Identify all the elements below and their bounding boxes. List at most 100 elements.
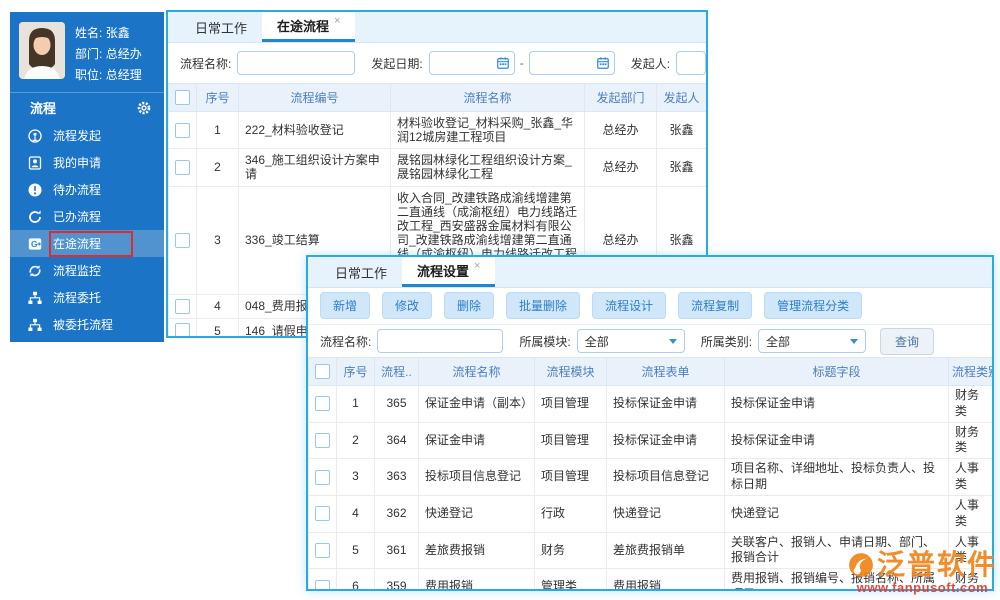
column-header-code: 流程编号 (238, 83, 391, 112)
sidebar-item-label: 流程委托 (53, 291, 102, 305)
column-header-name: 流程名称 (390, 83, 585, 112)
row-checkbox[interactable] (315, 432, 330, 448)
cell-person: 张鑫 (656, 110, 706, 150)
tab-flow-settings[interactable]: 流程设置 × (402, 257, 496, 287)
flow-copy-button[interactable]: 流程复制 (678, 292, 753, 319)
query-button[interactable]: 查询 (880, 327, 935, 355)
row-checkbox[interactable] (315, 396, 330, 412)
column-header-code: 流程.. (374, 357, 419, 386)
cell-name: 保证金申请（副本） (418, 385, 535, 423)
flow-name-input[interactable] (237, 51, 356, 75)
flow-settings-window: 日常工作 流程设置 × 新增 修改 删除 批量删除 流程设计 流程复制 管理流程… (306, 255, 994, 591)
initiator-input[interactable] (676, 51, 706, 75)
cell-person: 张鑫 (656, 148, 706, 187)
cell-form: 费用报销 (606, 568, 725, 589)
sidebar-item-6[interactable]: 流程委托 (10, 284, 164, 311)
cell-module: 项目管理 (534, 458, 607, 496)
user-name: 张鑫 (105, 26, 130, 40)
tab-daily-work-2[interactable]: 日常工作 (320, 257, 402, 287)
cell-module: 财务 (534, 531, 607, 570)
sidebar-item-3[interactable]: 已办流程 (10, 203, 164, 230)
broadcast-icon (27, 128, 43, 144)
row-checkbox[interactable] (315, 542, 330, 558)
sidebar-item-label: 在途流程 (53, 237, 102, 251)
initiator-label: 发起人: (630, 56, 671, 71)
user-title: 总经理 (105, 68, 142, 82)
gear-icon[interactable] (136, 100, 152, 116)
table-row: 2 364 保证金申请 项目管理 投标保证金申请 投标保证金申请 财务类 (308, 421, 992, 460)
table-row: 1 365 保证金申请（副本） 项目管理 投标保证金申请 投标保证金申请 财务类 (308, 385, 992, 423)
user-name-label: 姓名: (75, 26, 103, 40)
cell-no: 1 (196, 110, 239, 150)
select-all-checkbox[interactable] (315, 364, 330, 380)
batch-delete-button[interactable]: 批量删除 (506, 292, 581, 319)
sidebar-item-label: 流程监控 (53, 264, 102, 278)
user-title-label: 职位: (75, 68, 103, 82)
calendar-icon[interactable] (496, 56, 510, 70)
tab-in-transit-flow[interactable]: 在途流程 × (262, 12, 356, 42)
cell-code: 365 (374, 385, 419, 423)
cell-no: 1 (336, 385, 375, 423)
sidebar-item-4[interactable]: G 在途流程 (10, 230, 164, 257)
row-checkbox[interactable] (175, 160, 190, 176)
row-checkbox[interactable] (315, 506, 330, 522)
cell-no: 4 (196, 293, 239, 320)
row-checkbox[interactable] (175, 323, 190, 336)
table-row: 2 346_施工组织设计方案申请 晟铭园林绿化工程组织设计方案_晟铭园林绿化工程 总经… (168, 148, 706, 187)
module-select[interactable]: 全部 (576, 329, 685, 353)
chevron-down-icon (668, 338, 677, 344)
sidebar-menu: 流程发起 我的申请 待办流程 已办流程 G 在途流程流程监控流程委托被委托流程 (10, 122, 164, 338)
flow-design-button[interactable]: 流程设计 (592, 292, 667, 319)
table-row: 4 362 快递登记 行政 快递登记 快递登记 人事类 (308, 494, 992, 533)
sidebar-item-1[interactable]: 我的申请 (10, 149, 164, 176)
start-date-label: 发起日期: (371, 56, 423, 71)
manage-flow-category-button[interactable]: 管理流程分类 (764, 292, 863, 319)
date-range-separator: - (519, 56, 524, 70)
sidebar-item-2[interactable]: 待办流程 (10, 176, 164, 203)
row-checkbox[interactable] (175, 299, 190, 315)
close-icon[interactable]: × (334, 15, 340, 27)
flow-name-label: 流程名称: (180, 56, 232, 71)
table-row: 1 222_材料验收登记 材料验收登记_材料采购_张鑫_华润12城房建工程项目 总经办… (168, 110, 706, 150)
column-header-no: 序号 (196, 83, 239, 112)
column-header-no: 序号 (336, 357, 375, 386)
sidebar-item-7[interactable]: 被委托流程 (10, 311, 164, 338)
svg-text:G: G (31, 239, 38, 249)
sidebar-section-title: 流程 (30, 101, 57, 116)
row-checkbox[interactable] (315, 469, 330, 485)
close-icon[interactable]: × (474, 260, 480, 272)
cell-dept: 总经办 (584, 110, 657, 150)
sidebar: 姓名: 张鑫 部门: 总经办 职位: 总经理 流程 流程发起 我的申请 待办流程 已办… (10, 12, 164, 342)
transit-icon: G (27, 236, 43, 252)
sync-icon (27, 263, 43, 279)
cell-name: 投标项目信息登记 (418, 458, 535, 496)
tab-daily-work[interactable]: 日常工作 (180, 12, 262, 42)
category-label: 所属类别: (700, 334, 753, 349)
cell-name: 晟铭园林绿化工程组织设计方案_晟铭园林绿化工程 (390, 148, 585, 187)
category-select[interactable]: 全部 (758, 329, 867, 353)
cell-name: 快递登记 (418, 494, 535, 533)
settings-name-input[interactable] (377, 329, 504, 353)
cell-no: 5 (336, 531, 375, 570)
sidebar-item-5[interactable]: 流程监控 (10, 257, 164, 284)
edit-button[interactable]: 修改 (382, 292, 433, 319)
row-checkbox[interactable] (315, 579, 330, 589)
settings-filter-bar: 流程名称: 所属模块: 全部 所属类别: 全部 查询 (308, 325, 992, 357)
cell-name: 保证金申请 (418, 421, 535, 460)
cell-category: 财务类 (948, 421, 992, 460)
settings-toolbar: 新增 修改 删除 批量删除 流程设计 流程复制 管理流程分类 (308, 288, 992, 325)
sidebar-item-0[interactable]: 流程发起 (10, 122, 164, 149)
watermark: 泛普软件 www.fanpusoft.com (848, 551, 997, 595)
select-all-checkbox[interactable] (175, 90, 190, 106)
settings-tab-bar: 日常工作 流程设置 × (308, 257, 992, 288)
sitemap-icon (27, 290, 43, 306)
row-checkbox[interactable] (175, 232, 190, 248)
calendar-icon[interactable] (596, 56, 610, 70)
sidebar-section-header: 流程 (10, 92, 164, 122)
cell-no: 4 (336, 494, 375, 533)
row-checkbox[interactable] (175, 122, 190, 138)
watermark-brand: 泛普软件 (876, 549, 997, 580)
add-button[interactable]: 新增 (320, 292, 371, 319)
delete-button[interactable]: 删除 (444, 292, 495, 319)
cell-name: 费用报销 (418, 568, 535, 589)
